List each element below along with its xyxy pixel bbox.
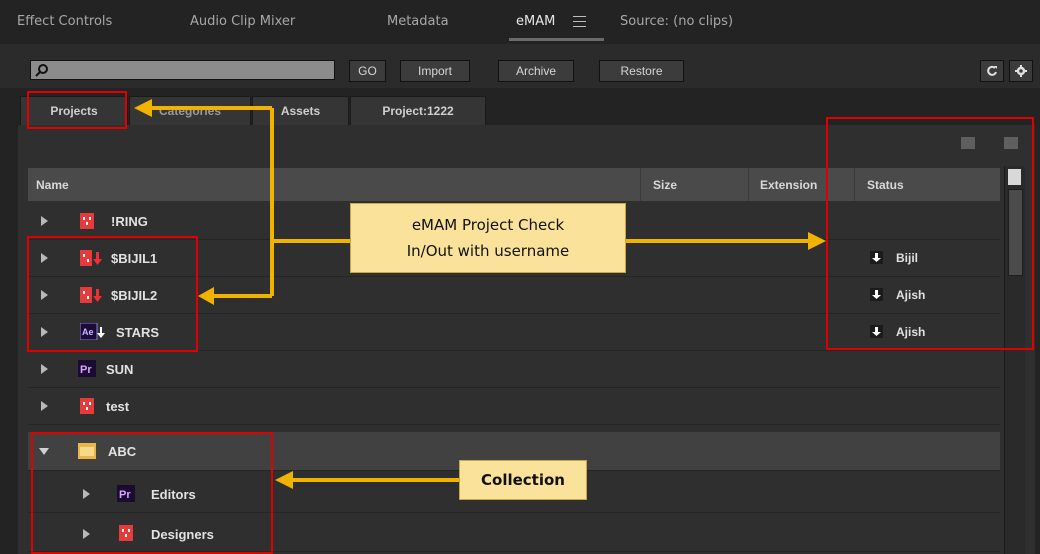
- collection-callout: Collection: [459, 460, 587, 500]
- callout-line-1: eMAM Project Check: [411, 216, 565, 234]
- checkinout-callout: eMAM Project Check In/Out with username: [350, 203, 626, 273]
- callout-line-2: In/Out with username: [406, 242, 570, 260]
